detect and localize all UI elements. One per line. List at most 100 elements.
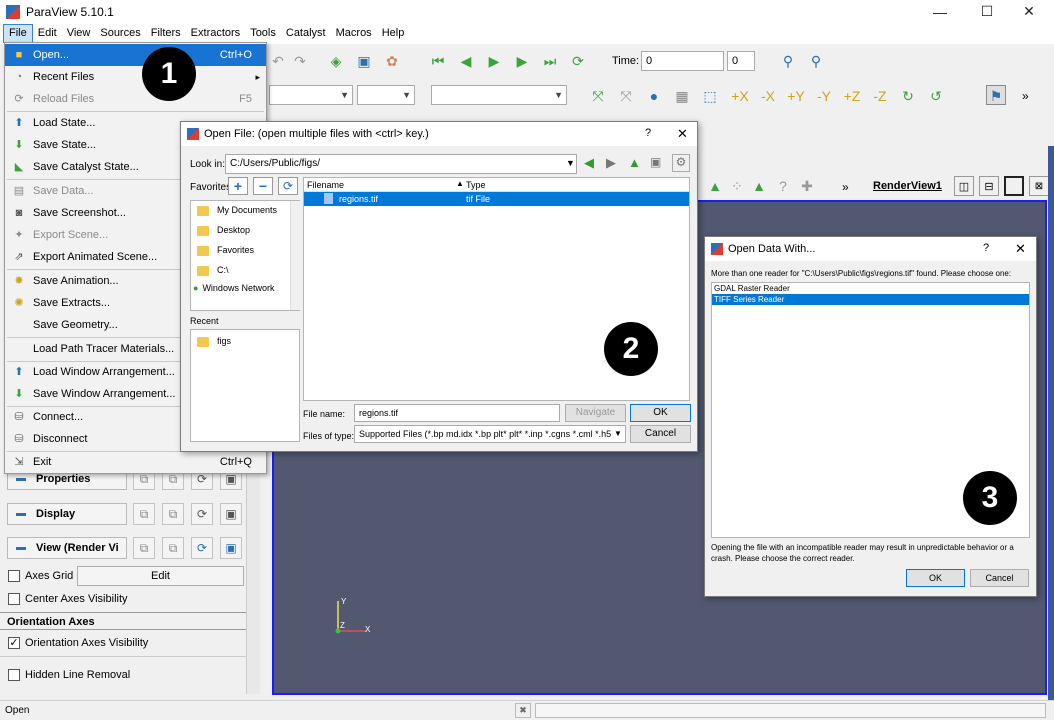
save-screenshot-icon[interactable]: ▣ <box>354 51 374 71</box>
interactive-select-icon[interactable]: ▲ <box>749 176 769 196</box>
file-name-input[interactable]: regions.tif <box>354 404 560 422</box>
hover-points-icon[interactable]: ? <box>773 176 793 196</box>
set-view-plus-x-icon[interactable]: +X <box>730 86 750 106</box>
favorite-item[interactable]: Favorites <box>191 241 299 261</box>
close-view-icon[interactable]: ⊠ <box>1029 176 1049 196</box>
refresh-favorites-icon[interactable]: ⟳ <box>278 177 298 195</box>
more-tools-icon[interactable]: » <box>1022 89 1029 103</box>
query-icon[interactable]: ⚲ <box>806 51 826 71</box>
select-cells-on-icon[interactable]: ⁘ <box>727 176 747 196</box>
view-paste-icon[interactable]: ⧉ <box>162 537 184 559</box>
set-view-minus-x-icon[interactable]: -X <box>758 86 778 106</box>
favorite-item[interactable]: C:\ <box>191 261 299 281</box>
time-step-input[interactable]: 0 <box>727 51 755 71</box>
last-frame-icon[interactable]: ⏭ <box>540 51 560 71</box>
reader-item[interactable]: GDAL Raster Reader <box>712 283 1029 294</box>
rotate-plus-90-icon[interactable]: ↻ <box>898 86 918 106</box>
open-file-ok-button[interactable]: OK <box>630 404 691 422</box>
menu-item-reload-files[interactable]: ⟳ Reload Files F5 <box>5 88 266 110</box>
previous-frame-icon[interactable]: ◀ <box>456 51 476 71</box>
new-folder-icon[interactable]: ▣ <box>650 155 661 169</box>
loop-icon[interactable]: ⟳ <box>568 51 588 71</box>
favorite-item[interactable]: Desktop <box>191 221 299 241</box>
type-column-header[interactable]: Type <box>466 180 486 190</box>
open-data-with-cancel-button[interactable]: Cancel <box>970 569 1029 587</box>
recent-item[interactable]: figs <box>191 330 299 347</box>
forward-arrow-icon[interactable]: ▶ <box>606 155 616 171</box>
status-clear-icon[interactable]: ✖ <box>515 703 531 718</box>
close-button[interactable]: ✕ <box>1006 0 1052 23</box>
view-copy-icon[interactable]: ⧉ <box>133 537 155 559</box>
menu-item-recent-files[interactable]: ◔ Recent Files ▸ <box>5 66 266 88</box>
file-row[interactable]: regions.tif tif File <box>304 192 689 206</box>
settings-gear-icon[interactable]: ⚙ <box>672 154 690 172</box>
axes-grid-checkbox[interactable] <box>8 570 20 582</box>
play-icon[interactable]: ▶ <box>484 51 504 71</box>
display-reset-icon[interactable]: ⟳ <box>191 503 213 525</box>
menu-item-exit[interactable]: ⇲ Exit Ctrl+Q <box>5 451 266 473</box>
reset-camera-closest-icon[interactable]: ⤧ <box>588 86 608 106</box>
set-view-minus-y-icon[interactable]: -Y <box>814 86 834 106</box>
menu-tools[interactable]: Tools <box>245 25 281 42</box>
look-in-chevron-down-icon[interactable]: ▼ <box>566 158 575 168</box>
interaction-mode-icon[interactable]: ⚑ <box>986 85 1006 105</box>
color-array-select[interactable]: ▼ <box>357 85 415 105</box>
look-in-select[interactable]: C:/Users/Public/figs/ <box>225 154 577 174</box>
next-frame-icon[interactable]: ▶ <box>512 51 532 71</box>
menu-view[interactable]: View <box>62 25 96 42</box>
time-value-input[interactable]: 0 <box>641 51 724 71</box>
menu-macros[interactable]: Macros <box>331 25 377 42</box>
display-section-button[interactable]: Display <box>7 503 127 525</box>
open-data-with-close-button[interactable]: ✕ <box>1015 241 1026 257</box>
view-section-button[interactable]: View (Render Vi <box>7 537 127 559</box>
view-reset-icon[interactable]: ⟳ <box>191 537 213 559</box>
maximize-button[interactable]: ☐ <box>964 0 1010 23</box>
orientation-axes-checkbox[interactable]: ✓ <box>8 637 20 649</box>
display-save-icon[interactable]: ▣ <box>220 503 242 525</box>
files-of-type-select[interactable]: Supported Files (*.bp md.idx *.bp plt* p… <box>354 425 626 443</box>
find-data-icon[interactable]: ⚲ <box>778 51 798 71</box>
menu-help[interactable]: Help <box>377 25 410 42</box>
sphere-icon[interactable]: ● <box>644 86 664 106</box>
filename-column-header[interactable]: Filename <box>307 180 344 190</box>
favorite-item[interactable]: ● Windows Network <box>191 281 299 299</box>
open-file-cancel-button[interactable]: Cancel <box>630 425 691 443</box>
redo-icon[interactable]: ↷ <box>290 51 310 71</box>
open-file-close-button[interactable]: ✕ <box>677 126 688 142</box>
open-file-help-button[interactable]: ? <box>645 127 651 139</box>
files-of-type-chevron-down-icon[interactable]: ▼ <box>614 429 622 438</box>
component-select[interactable]: ▼ <box>431 85 567 105</box>
add-favorite-icon[interactable]: + <box>228 177 248 195</box>
menu-sources[interactable]: Sources <box>95 25 145 42</box>
select-points-icon[interactable]: ▲ <box>705 176 725 196</box>
representation-select[interactable]: ▼ <box>269 85 353 105</box>
panel-scrollbar[interactable] <box>246 466 260 694</box>
center-axes-checkbox[interactable] <box>8 593 20 605</box>
set-view-minus-z-icon[interactable]: -Z <box>870 86 890 106</box>
display-copy-icon[interactable]: ⧉ <box>133 503 155 525</box>
undo-icon[interactable]: ↶ <box>268 51 288 71</box>
rotate-minus-90-icon[interactable]: ↺ <box>926 86 946 106</box>
display-paste-icon[interactable]: ⧉ <box>162 503 184 525</box>
menu-file[interactable]: File <box>3 24 33 43</box>
more-view-tools-icon[interactable]: » <box>842 180 849 194</box>
menu-catalyst[interactable]: Catalyst <box>281 25 331 42</box>
favorite-item[interactable]: My Documents <box>191 201 299 221</box>
palette-icon[interactable]: ✿ <box>382 51 402 71</box>
maximize-view-icon[interactable] <box>1004 176 1024 196</box>
view-save-icon[interactable]: ▣ <box>220 537 242 559</box>
set-view-plus-y-icon[interactable]: +Y <box>786 86 806 106</box>
reader-item-selected[interactable]: TIFF Series Reader <box>712 294 1029 305</box>
favorites-scrollbar[interactable] <box>290 201 300 310</box>
navigate-button[interactable]: Navigate <box>565 404 626 422</box>
set-view-plus-z-icon[interactable]: +Z <box>842 86 862 106</box>
menu-item-open[interactable]: ■ Open... Ctrl+O <box>5 44 266 66</box>
split-horizontal-icon[interactable]: ◫ <box>954 176 974 196</box>
menu-extractors[interactable]: Extractors <box>186 25 246 42</box>
back-arrow-icon[interactable]: ◀ <box>584 155 594 171</box>
add-selection-icon[interactable]: ✚ <box>797 176 817 196</box>
render-view-name[interactable]: RenderView1 <box>873 180 942 192</box>
zoom-closest-icon[interactable]: ⤧ <box>616 86 636 106</box>
remove-favorite-icon[interactable]: − <box>253 177 273 195</box>
axes-grid-edit-button[interactable]: Edit <box>77 566 244 586</box>
